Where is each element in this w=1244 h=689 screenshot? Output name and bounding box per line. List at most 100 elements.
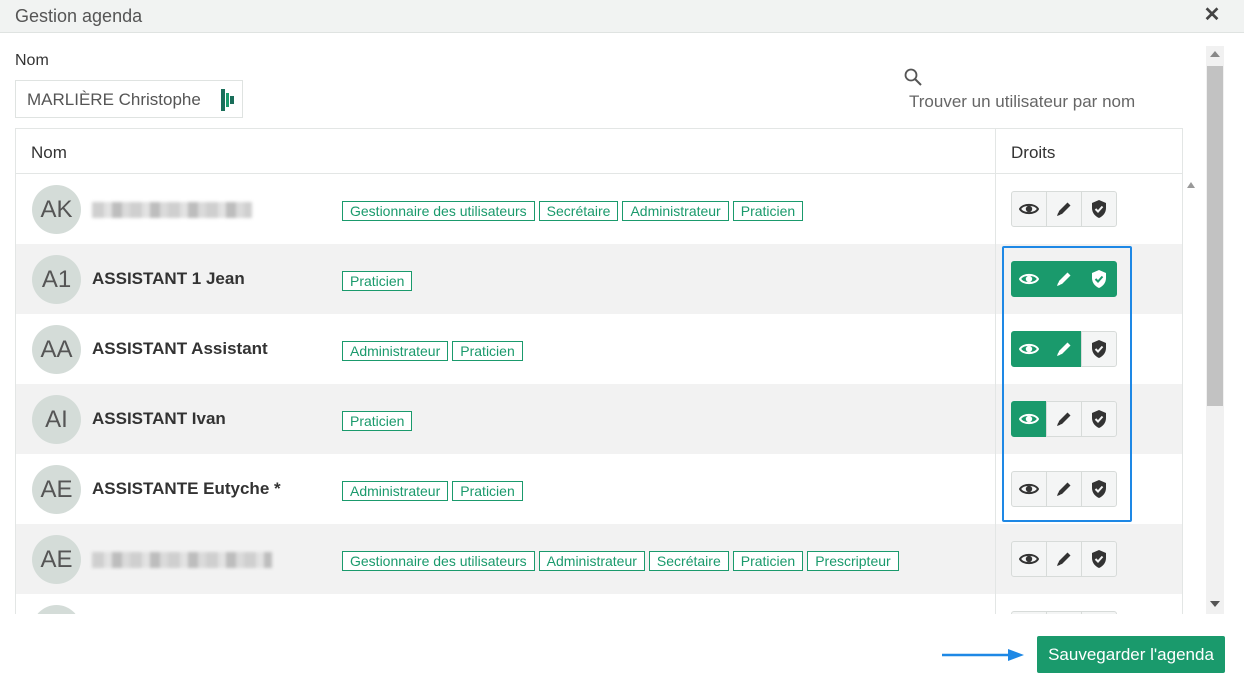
admin-right-toggle[interactable] bbox=[1081, 471, 1117, 507]
eye-icon bbox=[1019, 413, 1039, 425]
role-tags: Gestionnaire des utilisateurs Secrétaire A… bbox=[342, 201, 804, 221]
admin-right-toggle[interactable] bbox=[1081, 611, 1117, 614]
table-body: AK Gestionnaire des utilisateurs Secrétair… bbox=[16, 174, 1182, 614]
role-tag: Praticien bbox=[342, 411, 413, 431]
role-tags: Administrateur Praticien bbox=[342, 481, 523, 501]
pencil-icon bbox=[1057, 272, 1071, 286]
admin-right-toggle[interactable] bbox=[1081, 331, 1117, 367]
edit-right-toggle[interactable] bbox=[1046, 541, 1082, 577]
eye-icon bbox=[1019, 343, 1039, 355]
nom-label: Nom bbox=[15, 52, 49, 69]
rights-button-group bbox=[1011, 261, 1117, 297]
scrollbar-thumb[interactable] bbox=[1207, 66, 1223, 406]
table-row: AE Gestionnaire des utilisateurs Administr… bbox=[16, 524, 1182, 594]
rights-button-group bbox=[1011, 471, 1117, 507]
pencil-icon bbox=[1057, 552, 1071, 566]
edit-right-toggle[interactable] bbox=[1046, 401, 1082, 437]
redacted-name bbox=[92, 552, 272, 568]
shield-check-icon bbox=[1092, 340, 1106, 358]
rights-button-group bbox=[1011, 541, 1117, 577]
shield-check-icon bbox=[1092, 480, 1106, 498]
avatar: AI bbox=[32, 395, 81, 444]
table-scroll-up-icon[interactable] bbox=[1186, 180, 1196, 190]
user-name: ASSISTANT Ivan bbox=[92, 409, 226, 428]
role-tag: Secrétaire bbox=[648, 551, 729, 571]
user-name: ASSISTANT 1 Jean bbox=[92, 269, 245, 288]
annotation-arrow-icon bbox=[942, 649, 1024, 661]
role-tag: Praticien bbox=[732, 551, 804, 571]
view-right-toggle[interactable] bbox=[1011, 471, 1047, 507]
view-right-toggle[interactable] bbox=[1011, 191, 1047, 227]
table-row bbox=[16, 594, 1182, 614]
role-tag: Administrateur bbox=[342, 341, 449, 361]
table-row: A1 ASSISTANT 1 Jean Praticien bbox=[16, 244, 1182, 314]
user-name: ASSISTANTE Eutyche * bbox=[92, 479, 281, 498]
rights-button-group bbox=[1011, 191, 1117, 227]
user-search-input[interactable]: Trouver un utilisateur par nom bbox=[909, 92, 1135, 112]
view-right-toggle[interactable] bbox=[1011, 541, 1047, 577]
view-right-toggle[interactable] bbox=[1011, 261, 1047, 297]
avatar: AE bbox=[32, 465, 81, 514]
edit-right-toggle[interactable] bbox=[1046, 471, 1082, 507]
avatar: AE bbox=[32, 535, 81, 584]
column-header-nom: Nom bbox=[31, 143, 67, 162]
rights-button-group bbox=[1011, 401, 1117, 437]
edit-right-toggle[interactable] bbox=[1046, 261, 1082, 297]
eye-icon bbox=[1019, 483, 1039, 495]
table-header: Nom Droits bbox=[16, 129, 1182, 174]
shield-check-icon bbox=[1092, 270, 1106, 288]
role-tags: Administrateur Praticien bbox=[342, 341, 523, 361]
pencil-icon bbox=[1057, 342, 1071, 356]
role-tags: Praticien bbox=[342, 271, 413, 291]
role-tag: Administrateur bbox=[342, 481, 449, 501]
admin-right-toggle[interactable] bbox=[1081, 261, 1117, 297]
role-tag: Prescripteur bbox=[807, 551, 899, 571]
view-right-toggle[interactable] bbox=[1011, 611, 1047, 614]
eye-icon bbox=[1019, 273, 1039, 285]
scroll-down-icon[interactable] bbox=[1210, 601, 1220, 607]
users-table: Nom Droits AK Gestionnaire des utilisateu… bbox=[15, 128, 1183, 614]
avatar: AA bbox=[32, 325, 81, 374]
edit-right-toggle[interactable] bbox=[1046, 191, 1082, 227]
eye-icon bbox=[1019, 203, 1039, 215]
avatar bbox=[32, 605, 81, 614]
role-tag: Gestionnaire des utilisateurs bbox=[342, 551, 535, 571]
role-tags: Praticien bbox=[342, 411, 413, 431]
redacted-name bbox=[92, 202, 252, 218]
role-tag: Administrateur bbox=[622, 201, 729, 221]
admin-right-toggle[interactable] bbox=[1081, 401, 1117, 437]
view-right-toggle[interactable] bbox=[1011, 401, 1047, 437]
user-name: ASSISTANT Assistant bbox=[92, 339, 268, 358]
close-icon[interactable]: ✕ bbox=[1202, 5, 1222, 25]
edit-right-toggle[interactable] bbox=[1046, 331, 1082, 367]
role-tags: Gestionnaire des utilisateurs Administrat… bbox=[342, 551, 899, 571]
table-row: AK Gestionnaire des utilisateurs Secrétair… bbox=[16, 174, 1182, 244]
column-header-droits: Droits bbox=[1011, 143, 1056, 162]
search-icon[interactable] bbox=[903, 67, 923, 87]
role-tag: Praticien bbox=[732, 201, 804, 221]
role-tag: Praticien bbox=[342, 271, 413, 291]
nom-select[interactable]: MARLIÈRE Christophe bbox=[15, 80, 243, 118]
shield-check-icon bbox=[1092, 410, 1106, 428]
edit-right-toggle[interactable] bbox=[1046, 611, 1082, 614]
pencil-icon bbox=[1057, 482, 1071, 496]
scrollbar[interactable] bbox=[1206, 46, 1224, 614]
rights-button-group bbox=[1011, 331, 1117, 367]
table-row: AI ASSISTANT Ivan Praticien bbox=[16, 384, 1182, 454]
role-tag: Praticien bbox=[452, 341, 523, 361]
scroll-up-icon[interactable] bbox=[1210, 51, 1220, 57]
view-right-toggle[interactable] bbox=[1011, 331, 1047, 367]
admin-right-toggle[interactable] bbox=[1081, 541, 1117, 577]
rights-button-group bbox=[1011, 611, 1117, 614]
admin-right-toggle[interactable] bbox=[1081, 191, 1117, 227]
pencil-icon bbox=[1057, 202, 1071, 216]
save-agenda-button[interactable]: Sauvegarder l'agenda bbox=[1037, 636, 1225, 673]
eye-icon bbox=[1019, 553, 1039, 565]
role-tag: Secrétaire bbox=[538, 201, 619, 221]
avatar: A1 bbox=[32, 255, 81, 304]
table-row: AE ASSISTANTE Eutyche * Administrateur Prat… bbox=[16, 454, 1182, 524]
pencil-icon bbox=[1057, 412, 1071, 426]
shield-check-icon bbox=[1092, 200, 1106, 218]
nom-value: MARLIÈRE Christophe bbox=[27, 90, 201, 109]
dialog-titlebar: Gestion agenda ✕ bbox=[0, 0, 1244, 33]
